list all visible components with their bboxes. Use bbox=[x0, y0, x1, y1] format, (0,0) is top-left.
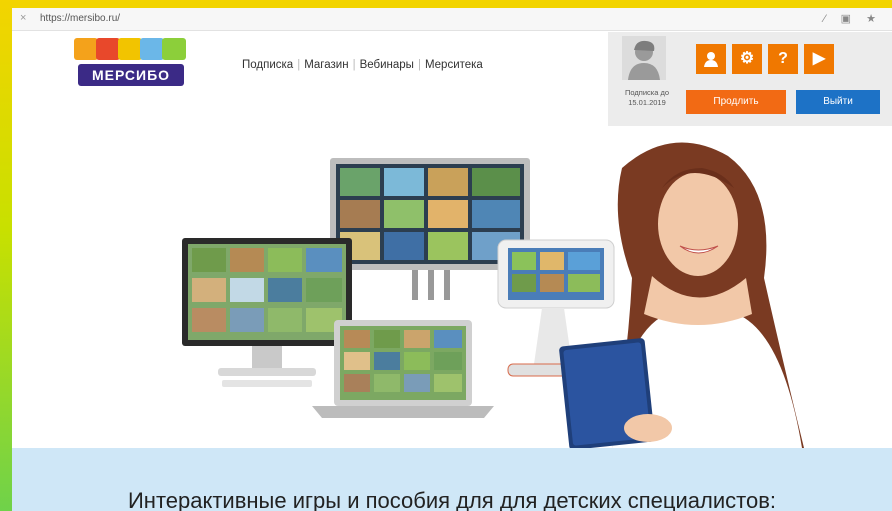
settings-button[interactable]: ⚙ bbox=[732, 44, 762, 74]
exit-button[interactable]: Выйти bbox=[796, 90, 880, 114]
subscription-date: 15.01.2019 bbox=[628, 98, 666, 107]
help-button[interactable]: ? bbox=[768, 44, 798, 74]
user-icon bbox=[704, 52, 718, 67]
logo-characters bbox=[74, 38, 188, 60]
main-nav: Подписка | Магазин | Вебинары | Мерситека bbox=[242, 59, 483, 71]
tagline-banner: Интерактивные игры и пособия для для дет… bbox=[12, 448, 892, 511]
browser-tools-icons[interactable]: ⁄ ▣ ★ bbox=[824, 12, 882, 25]
nav-item-shop[interactable]: Магазин bbox=[304, 59, 348, 71]
logo-text: МЕРСИБО bbox=[78, 64, 184, 86]
nav-separator: | bbox=[352, 59, 356, 71]
logo-block bbox=[162, 38, 186, 60]
url-field[interactable]: https://mersibo.ru/ bbox=[40, 13, 120, 24]
logo-block bbox=[140, 38, 164, 60]
play-icon: ▶ bbox=[812, 50, 826, 67]
settings-icon: ⚙ bbox=[739, 50, 755, 67]
renew-button[interactable]: Продлить bbox=[686, 90, 786, 114]
help-icon: ? bbox=[778, 50, 788, 67]
nav-separator: | bbox=[297, 59, 301, 71]
nav-item-subscription[interactable]: Подписка bbox=[242, 59, 293, 71]
subscription-info: Подписка до 15.01.2019 bbox=[612, 88, 682, 108]
browser-window: × https://mersibo.ru/ ⁄ ▣ ★ МЕРСИБО Подп… bbox=[12, 8, 892, 511]
logo-block bbox=[118, 38, 142, 60]
address-bar: × https://mersibo.ru/ ⁄ ▣ ★ bbox=[12, 8, 892, 31]
nav-item-webinars[interactable]: Вебинары bbox=[360, 59, 414, 71]
nav-item-library[interactable]: Мерситека bbox=[425, 59, 483, 71]
desktop-monitor bbox=[182, 238, 352, 387]
laptop bbox=[312, 320, 494, 418]
user-panel: Подписка до 15.01.2019 ⚙ ? ▶ Продлить Вы… bbox=[608, 32, 892, 126]
tagline-text: Интерактивные игры и пособия для для дет… bbox=[127, 488, 776, 511]
hero-illustration bbox=[182, 142, 804, 448]
play-button[interactable]: ▶ bbox=[804, 44, 834, 74]
avatar-icon[interactable] bbox=[622, 36, 666, 80]
mersibo-logo[interactable]: МЕРСИБО bbox=[74, 38, 188, 90]
subscription-label: Подписка до bbox=[624, 88, 670, 97]
nav-separator: | bbox=[417, 59, 421, 71]
close-tab-icon[interactable]: × bbox=[20, 12, 26, 24]
profile-button[interactable] bbox=[696, 44, 726, 74]
logo-block bbox=[74, 38, 98, 60]
logo-block bbox=[96, 38, 120, 60]
